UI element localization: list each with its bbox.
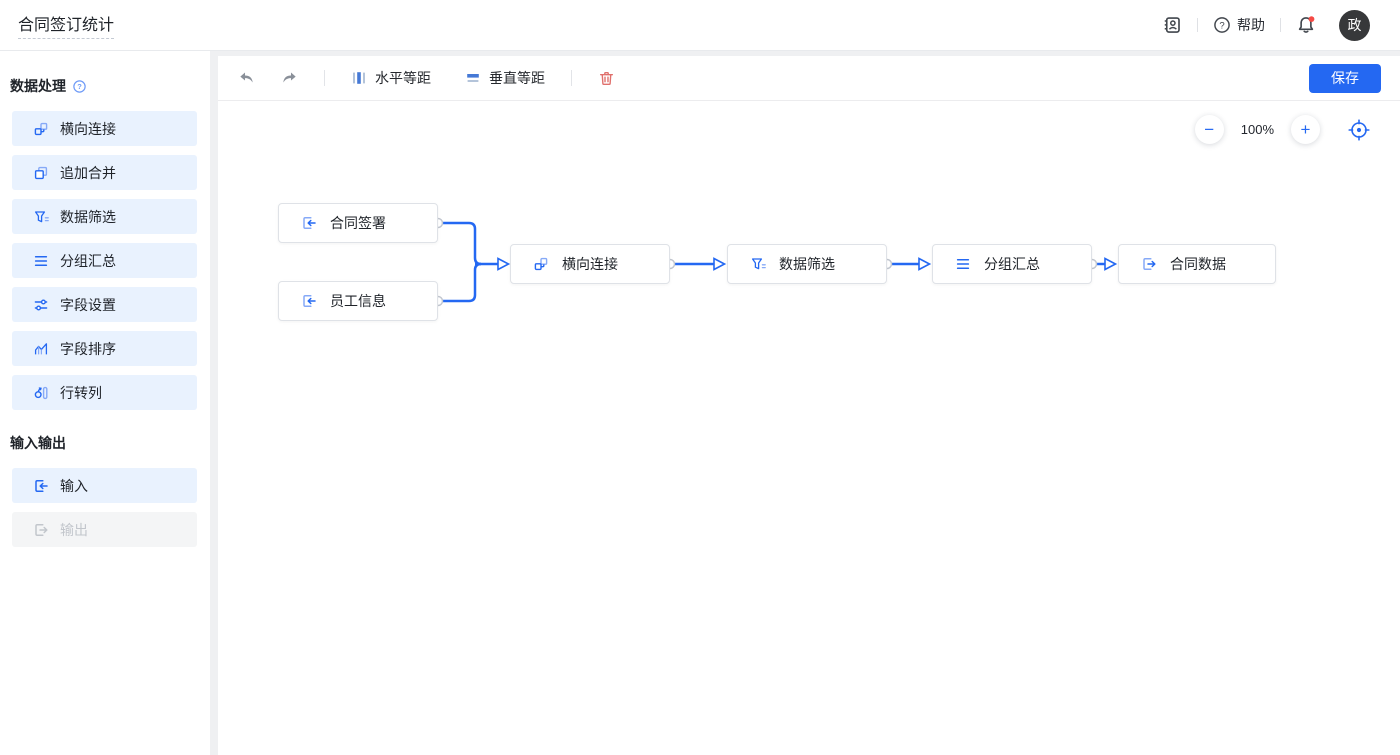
editor-panel: 水平等距 垂直等距 保存 − 100% + 合同签署 员工信息 横向连接 数据筛… [218,56,1400,755]
sidebar-item-field-settings[interactable]: 字段设置 [12,287,197,322]
section-title-label: 数据处理 [10,78,66,94]
sidebar-item-label: 分组汇总 [60,252,116,269]
field-settings-icon [34,299,48,310]
distribute-horizontal-button[interactable]: 水平等距 [351,68,431,88]
arrowhead [918,257,932,271]
distribute-vertical-icon [467,74,479,82]
sidebar-item-group-summary[interactable]: 分组汇总 [12,243,197,278]
arrowhead [1104,257,1118,271]
flow-node-employee-info[interactable]: 员工信息 [278,281,438,321]
zoom-out-button[interactable]: − [1194,115,1224,144]
section-title-input-output: 输入输出 [10,433,210,453]
sidebar-item-label: 输入 [60,477,88,494]
distribute-vertical-label: 垂直等距 [489,70,545,86]
toolbar: 水平等距 垂直等距 保存 [218,56,1400,101]
append-merge-icon [34,166,48,179]
input-icon [301,293,317,309]
group-summary-icon [955,256,971,272]
svg-text:?: ? [77,82,82,91]
filter-icon [750,256,766,272]
output-icon [1141,256,1157,272]
divider [1197,18,1198,32]
output-icon [35,523,48,536]
app-header: 合同签订统计 ? 帮助 政 [0,0,1400,51]
distribute-horizontal-icon [353,72,365,84]
distribute-horizontal-label: 水平等距 [375,70,431,86]
sidebar-item-output: 输出 [12,512,197,547]
sidebar-item-join[interactable]: 横向连接 [12,111,197,146]
flow-connectors [432,217,1118,307]
flow-canvas[interactable]: − 100% + 合同签署 员工信息 横向连接 数据筛选 分组汇总 合同数据 [218,101,1400,755]
join-icon [34,122,48,135]
flow-node-filter[interactable]: 数据筛选 [727,244,887,284]
zoom-level: 100% [1240,122,1274,137]
sidebar-item-field-sort[interactable]: 字段排序 [12,331,197,366]
sidebar-item-append-merge[interactable]: 追加合并 [12,155,197,190]
field-sort-icon [34,342,48,354]
arrowhead [497,257,511,271]
divider [1280,18,1281,32]
question-circle-icon: ? [1214,17,1230,33]
sidebar-item-label: 数据筛选 [60,208,116,225]
flow-node-label: 数据筛选 [779,256,835,272]
help-circle-icon[interactable]: ? [72,79,87,94]
sidebar: 数据处理 ? 横向连接 追加合并 数据筛选 分组汇总 字段设置 字段排序 行转列… [0,51,210,755]
sidebar-item-label: 输出 [60,521,88,538]
flow-node-group-summary[interactable]: 分组汇总 [932,244,1092,284]
input-icon [35,479,48,492]
save-button[interactable]: 保存 [1309,63,1381,93]
sidebar-item-label: 行转列 [60,384,102,401]
sidebar-item-label: 追加合并 [60,164,116,181]
flow-node-label: 合同签署 [330,215,386,231]
redo-icon[interactable] [281,71,298,86]
flow-node-join[interactable]: 横向连接 [510,244,670,284]
input-icon [301,215,317,231]
sidebar-item-label: 字段设置 [60,296,116,313]
join-icon [533,256,549,272]
help-button[interactable]: ? 帮助 [1213,15,1265,35]
flow-node-label: 横向连接 [562,256,618,272]
undo-icon[interactable] [238,71,255,86]
divider [324,70,325,86]
help-label: 帮助 [1237,17,1265,33]
notification-bell-icon[interactable] [1296,15,1316,35]
sidebar-item-label: 字段排序 [60,340,116,357]
zoom-controls: − 100% + [1194,115,1370,144]
sidebar-item-label: 横向连接 [60,120,116,137]
arrowhead [713,257,727,271]
page-title[interactable]: 合同签订统计 [18,11,115,39]
delete-trash-icon[interactable] [598,70,615,87]
contacts-icon[interactable] [1162,15,1182,35]
svg-text:?: ? [1219,20,1224,31]
fit-view-target-icon[interactable] [1348,118,1370,141]
sidebar-item-filter[interactable]: 数据筛选 [12,199,197,234]
user-avatar[interactable]: 政 [1339,9,1370,41]
flow-node-contract-sign[interactable]: 合同签署 [278,203,438,243]
flow-node-label: 员工信息 [330,293,386,309]
flow-node-label: 合同数据 [1170,256,1226,272]
sidebar-item-row-to-column[interactable]: 行转列 [12,375,197,410]
divider [571,70,572,86]
flow-node-label: 分组汇总 [984,256,1040,272]
header-actions: ? 帮助 政 [1162,9,1370,41]
zoom-in-button[interactable]: + [1291,115,1320,144]
distribute-vertical-button[interactable]: 垂直等距 [465,68,545,88]
flow-node-contract-data-output[interactable]: 合同数据 [1118,244,1276,284]
group-summary-icon [34,255,48,266]
section-title-label: 输入输出 [10,435,66,451]
row-to-column-icon [34,386,48,399]
filter-icon [34,210,49,222]
section-title-data-processing: 数据处理 ? [10,76,210,96]
sidebar-item-input[interactable]: 输入 [12,468,197,503]
